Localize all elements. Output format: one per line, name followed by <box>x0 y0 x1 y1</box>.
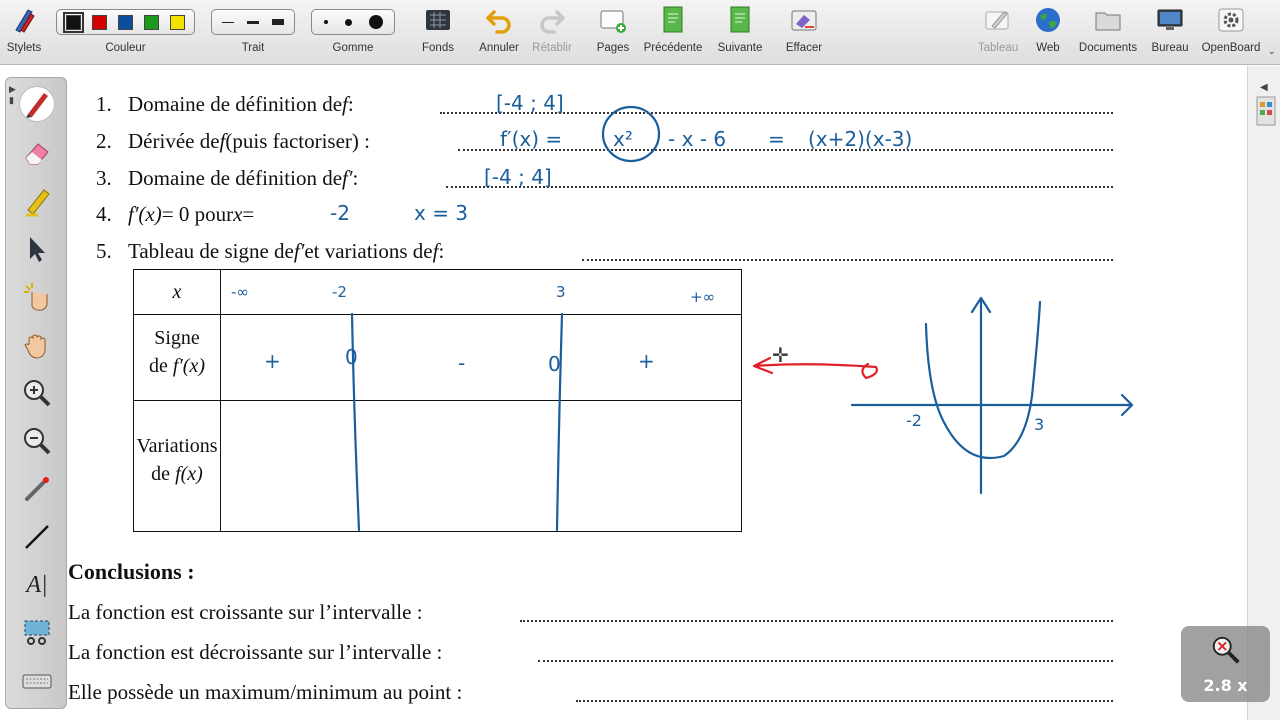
color-blue[interactable] <box>117 14 133 30</box>
hw-sign-minus: - <box>458 351 465 375</box>
pages-button[interactable]: Pages <box>590 0 636 64</box>
hw-derivative-eq: = <box>768 127 785 151</box>
zoom-reset-icon <box>1212 636 1240 664</box>
add-page-icon <box>600 10 626 33</box>
eraser-size-group: Gomme <box>311 0 395 64</box>
handwriting-layer: [-4 ; 4] f′(x) = x² - x - 6 = (x+2)(x-3)… <box>231 91 1134 532</box>
openboard-menu-button[interactable]: OpenBoard <box>1196 0 1266 64</box>
eraser-tool-icon[interactable] <box>20 136 54 170</box>
line-medium[interactable] <box>246 20 259 24</box>
text-tool-icon[interactable]: A| <box>20 568 54 602</box>
pen-tool-icon[interactable] <box>20 87 54 121</box>
highlighter-tool-icon[interactable] <box>20 184 54 218</box>
redo-icon <box>540 10 565 34</box>
board-icon <box>985 11 1009 30</box>
hw-zero-2: 0 <box>548 352 561 376</box>
hw-root1: -2 <box>330 201 350 225</box>
hw-graph-y-axis <box>970 296 992 495</box>
zoom-indicator[interactable]: 2.8 x <box>1181 626 1270 702</box>
globe-icon <box>1036 8 1060 32</box>
color-black[interactable] <box>62 11 84 33</box>
capture-tool-icon[interactable] <box>20 616 54 650</box>
hw-domain-f: [-4 ; 4] <box>496 91 564 115</box>
previous-page-button[interactable]: Précédente <box>640 0 706 64</box>
previous-page-icon <box>663 6 683 33</box>
hw-minus-infinity: -∞ <box>231 283 249 301</box>
desktop-button[interactable]: Bureau <box>1146 0 1194 64</box>
crosshair-cursor-icon: ✛ <box>772 345 789 367</box>
hw-graph-m2: -2 <box>906 411 922 430</box>
documents-button[interactable]: Documents <box>1074 0 1142 64</box>
color-red[interactable] <box>91 14 107 30</box>
hw-table-3: 3 <box>556 283 566 301</box>
eraser-medium[interactable] <box>344 18 352 26</box>
library-toggle-arrow-icon[interactable]: ◀ <box>1260 82 1268 93</box>
line-tool-icon[interactable] <box>20 520 54 554</box>
hw-sign-plus-1: + <box>264 349 281 373</box>
color-group: Couleur <box>56 0 195 64</box>
hw-sign-plus-2: + <box>638 349 655 373</box>
pens-icon <box>15 9 35 33</box>
menu-chevron-icon[interactable]: ⌄ <box>1268 46 1276 57</box>
pan-hand-icon[interactable] <box>20 328 54 362</box>
board-page[interactable]: 1. Domaine de définition de f : 2. Dériv… <box>68 66 1246 720</box>
hw-derivative-lhs: f′(x) = <box>500 127 562 151</box>
keyboard-icon[interactable] <box>20 664 54 698</box>
tool-palette: ▶ ▮ A| <box>5 77 67 709</box>
undo-button[interactable]: Annuler <box>474 0 524 64</box>
interact-hand-icon[interactable] <box>20 280 54 314</box>
color-swatches <box>56 9 195 35</box>
hw-graph-x-axis <box>850 393 1134 417</box>
erase-all-button[interactable]: Effacer <box>780 0 828 64</box>
web-button[interactable]: Web <box>1026 0 1070 64</box>
line-thick[interactable] <box>272 19 285 25</box>
zoom-value: 2.8 x <box>1203 676 1248 695</box>
line-width-group: Trait <box>211 0 295 64</box>
background-grid-icon <box>426 10 450 30</box>
right-library-rail: ◀ <box>1247 66 1280 720</box>
hw-domain-fprime: [-4 ; 4] <box>484 165 552 189</box>
hw-derivative-rest: - x - 6 <box>668 127 726 151</box>
erase-all-icon <box>791 10 817 31</box>
selector-arrow-icon[interactable] <box>20 232 54 266</box>
undo-icon <box>486 10 511 34</box>
monitor-icon <box>1157 9 1183 30</box>
stylets-button[interactable]: Stylets <box>0 0 48 64</box>
next-page-icon <box>730 6 750 33</box>
hw-table-m2: -2 <box>332 283 347 301</box>
color-yellow[interactable] <box>170 14 186 30</box>
top-toolbar: Stylets Couleur Trait Gomme Fonds Annule… <box>0 0 1280 65</box>
next-page-button[interactable]: Suivante <box>712 0 768 64</box>
eraser-large[interactable] <box>368 15 383 29</box>
hw-parabola <box>924 300 1042 460</box>
zoom-in-icon[interactable] <box>20 376 54 410</box>
hw-root2: x = 3 <box>414 201 468 225</box>
laser-pointer-icon[interactable] <box>20 472 54 506</box>
folder-icon <box>1095 12 1121 31</box>
eraser-small[interactable] <box>323 20 328 24</box>
board-mode-button[interactable]: Tableau <box>972 0 1024 64</box>
settings-gear-icon <box>1218 8 1244 32</box>
zoom-out-icon[interactable] <box>20 424 54 458</box>
background-button[interactable]: Fonds <box>414 0 462 64</box>
library-thumbnail-icon[interactable] <box>1256 96 1276 126</box>
hw-graph-3: 3 <box>1034 415 1044 434</box>
line-thin[interactable] <box>221 21 234 23</box>
hw-factored: (x+2)(x-3) <box>808 127 912 151</box>
redo-button[interactable]: Rétablir <box>527 0 577 64</box>
color-green[interactable] <box>144 14 160 30</box>
hw-plus-infinity: +∞ <box>690 288 715 306</box>
palette-collapse-handle[interactable]: ▶ ▮ <box>9 84 19 118</box>
hw-vline-3 <box>555 312 564 532</box>
hw-zero-1: 0 <box>345 345 358 369</box>
hw-derivative-x2: x² <box>613 127 633 151</box>
